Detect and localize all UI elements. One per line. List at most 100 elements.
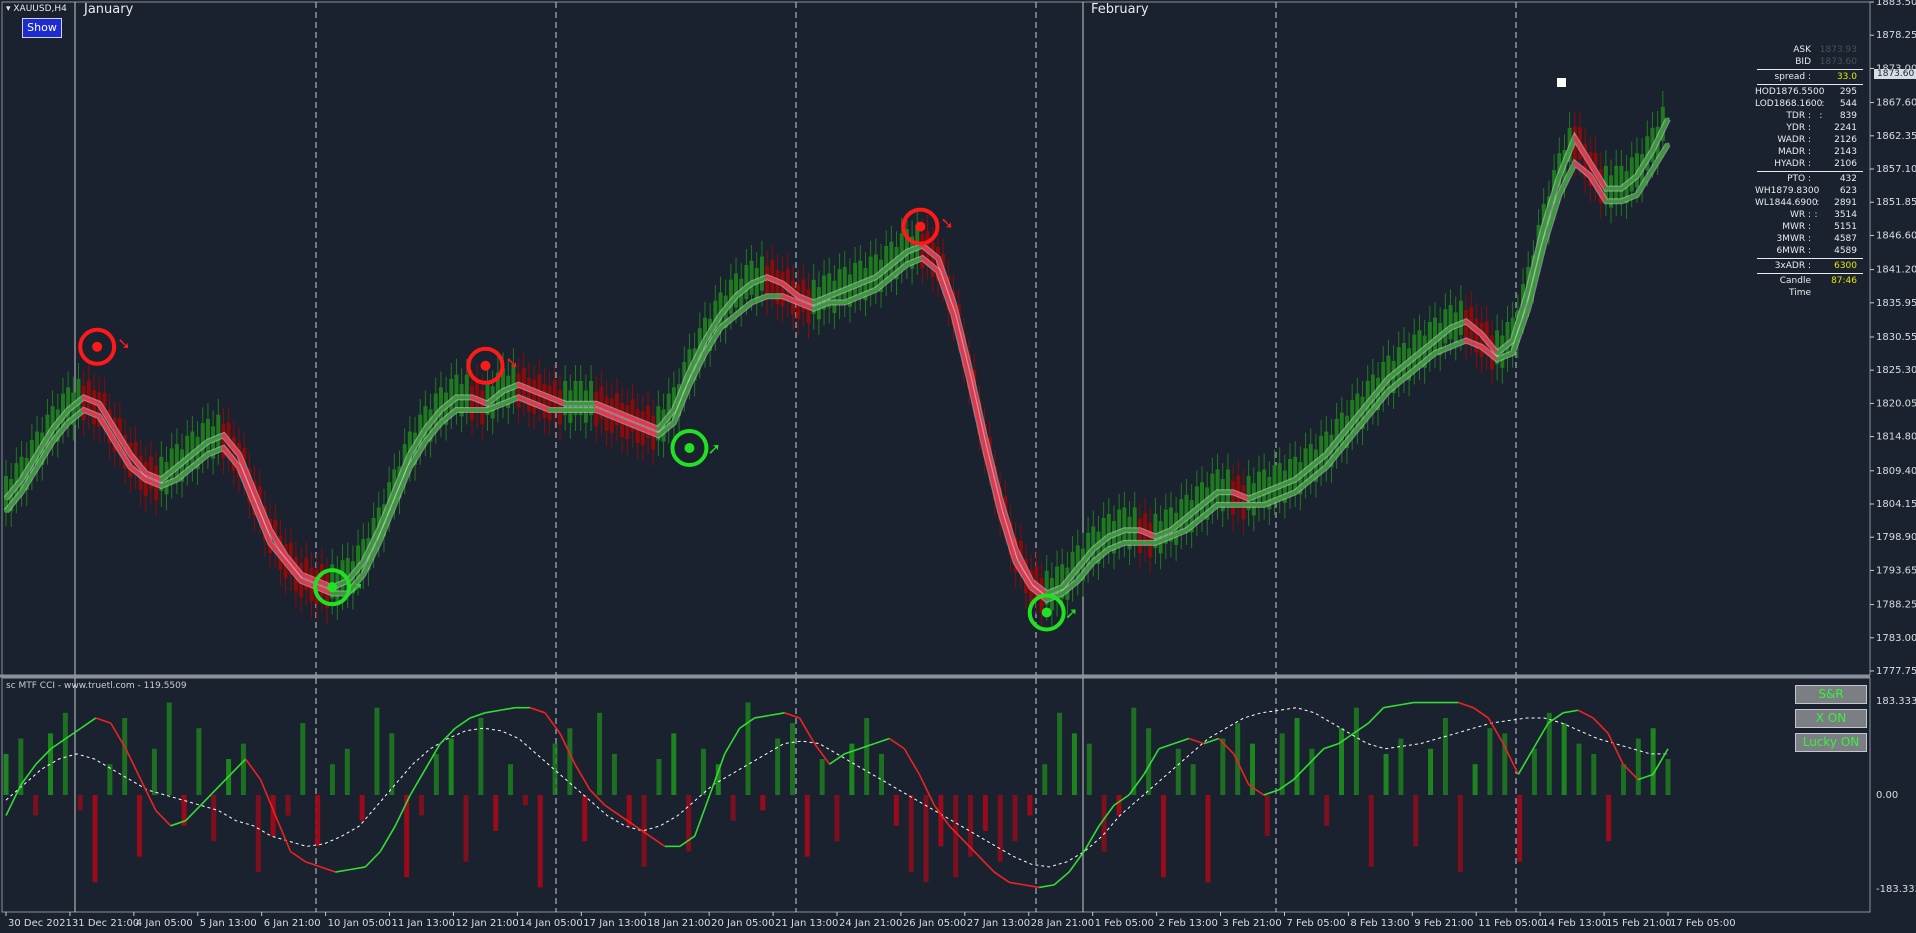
cci-fast-segment [80,717,97,729]
cci-histogram-bar [1576,743,1582,795]
cci-histogram-bar [1205,795,1211,883]
cci-fast-segment [409,768,426,796]
cci-histogram-bar [1131,707,1137,795]
cci-histogram-bar [285,795,291,816]
sr-button[interactable]: S&R [1795,685,1867,704]
cci-histogram-bar [1071,733,1077,795]
cci-histogram-bar [359,795,365,821]
x-tick-label: 8 Feb 13:00 [1350,918,1409,929]
cci-histogram-bar [1457,795,1463,873]
info-value: 623 [1839,186,1857,196]
cci-histogram-bar [730,795,736,821]
cci-histogram-bar [804,795,810,857]
sell-arrow-icon: ➘ [506,353,519,372]
lucky-on-button[interactable]: Lucky ON [1795,733,1867,752]
sell-arrow-icon: ➘ [940,214,953,233]
cci-histogram-bar [33,795,39,816]
ask-label: ASK [1793,45,1811,55]
info-row: LOD1868.1600 : 544 [1755,98,1863,121]
y-tick-label: 1857.10 [1876,164,1916,175]
candle-body [889,241,894,276]
cci-fast-segment [769,712,785,717]
info-key: 3xADR : [1774,261,1811,271]
cci-histogram-bar [1086,743,1092,795]
cci-histogram-bar [374,707,380,795]
candle-body [1619,165,1624,201]
cci-histogram-bar [1428,748,1434,795]
info-row: HYADR : 2106 [1755,158,1863,170]
x-tick-label: 31 Dec 21:00 [72,918,139,929]
cci-fast-segment [1038,884,1055,889]
cci-fast-segment [469,712,486,719]
info-divider [1757,273,1863,274]
candle-body [780,272,785,307]
info-rows: spread :33.0 HOD1876.5500 :295 LOD1868.160… [1755,71,1863,298]
cci-fast-segment [784,712,800,719]
info-value: 4589 [1834,246,1857,256]
buy-signal-dot [1041,607,1052,618]
cci-histogram-bar [137,795,143,857]
cci-histogram-bar [255,795,261,873]
candle-body [1396,347,1401,382]
candle-body [200,423,205,458]
cci-histogram-bar [1175,748,1181,795]
info-divider [1757,69,1863,70]
candle-body [1137,518,1142,554]
cci-histogram-bar [745,702,751,795]
cci-histogram-bar [552,743,558,795]
cci-histogram-bar [1606,795,1612,842]
cci-fast-segment [320,866,336,873]
x-on-button[interactable]: X ON [1795,709,1867,728]
x-tick-label: 4 Jan 05:00 [136,918,193,929]
cci-level-label: 0.00 [1876,790,1898,801]
cci-histogram-bar [597,712,603,795]
cci-fast-segment [1128,773,1145,796]
sell-arrow-icon: ➘ [117,334,130,353]
x-tick-label: 27 Jan 13:00 [967,918,1030,929]
y-tick-label: 1788.25 [1876,600,1916,611]
candle-body [547,386,552,421]
cci-histogram-bar [656,759,662,795]
candle-body [1417,330,1422,365]
cci-fast-segment [244,758,262,781]
info-key: MADR : [1778,147,1811,157]
cci-histogram-bar [344,748,350,795]
show-button[interactable]: Show [22,18,62,38]
candle-body [884,245,889,281]
y-tick-label: 1846.60 [1876,230,1916,241]
cci-histogram-bar [938,795,944,847]
cci-fast-segment [1173,737,1190,745]
cci-fast-segment [888,737,905,750]
cci-fast-segment [1068,851,1085,873]
candle-body [174,444,179,479]
cci-histogram-bar [166,702,172,795]
y-tick-label: 1862.35 [1876,131,1916,142]
cci-histogram-bar [1650,728,1656,795]
y-tick-label: 1820.05 [1876,398,1916,409]
candle-body [449,378,454,413]
cci-fast-segment [798,717,816,745]
info-key: WH1879.8300 : [1755,186,1820,208]
cci-fast-segment [1577,709,1594,719]
cci-histogram-bar [315,795,321,847]
candle-body [190,431,195,466]
cci-fast-segment [1592,717,1609,734]
candle-body [1231,480,1236,516]
ask-value: 1873.93 [1819,45,1857,55]
info-row: WR : 3514 [1755,209,1863,221]
candle-body [1448,305,1453,340]
cci-histogram-bar [1012,795,1018,842]
cci-histogram-bar [1368,795,1374,867]
y-tick-label: 1867.60 [1876,98,1916,109]
cci-level-label: 183.3333 [1876,696,1916,707]
info-row: 3MWR : 4587 [1755,233,1863,245]
candle-body [216,414,221,449]
cci-histogram-bar [1620,764,1626,795]
cci-fast-segment [1053,871,1070,886]
candle-body [1288,458,1293,494]
bid-row: BID 1873.60 [1755,56,1863,68]
x-tick-label: 2 Feb 13:00 [1159,918,1218,929]
y-tick-label: 1804.15 [1876,499,1916,510]
bid-label: BID [1795,57,1811,67]
cci-histogram-bar [463,795,469,862]
